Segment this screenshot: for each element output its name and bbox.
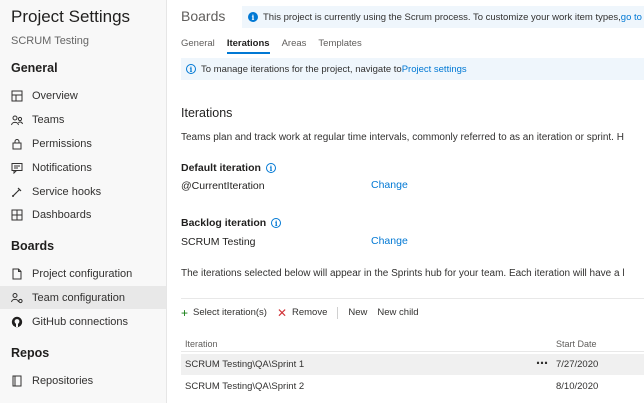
iterations-description: Teams plan and track work at regular tim… xyxy=(181,132,624,143)
default-iteration-label: Default iteration i xyxy=(181,162,276,174)
repositories-icon xyxy=(10,374,24,388)
page-title: Boards xyxy=(181,8,226,24)
more-options-icon[interactable]: ⋯ xyxy=(536,356,548,370)
sidebar-item-label: Dashboards xyxy=(32,208,92,221)
new-label: New xyxy=(348,307,368,318)
iterations-info-text: To manage iterations for the project, na… xyxy=(201,63,402,75)
sidebar-item-repositories[interactable]: Repositories xyxy=(0,369,166,392)
section-heading-boards: Boards xyxy=(11,239,55,253)
lock-icon xyxy=(10,137,24,151)
service-hooks-icon xyxy=(10,185,24,199)
info-icon: i xyxy=(186,64,196,74)
sidebar-item-teams[interactable]: Teams xyxy=(0,108,166,131)
info-icon[interactable]: i xyxy=(271,218,282,228)
sidebar-item-notifications[interactable]: Notifications xyxy=(0,156,166,179)
toolbar-divider xyxy=(337,306,339,319)
sidebar-item-label: Notifications xyxy=(32,161,92,174)
section-heading-general: General xyxy=(11,61,58,75)
dashboards-icon xyxy=(10,208,24,222)
new-child-label: New child xyxy=(377,307,419,318)
iterations-info-banner: i To manage iterations for the project, … xyxy=(181,58,644,80)
project-settings-link[interactable]: Project settings xyxy=(402,64,467,75)
change-backlog-iteration-link[interactable]: Change xyxy=(371,235,408,247)
backlog-iteration-label: Backlog iteration i xyxy=(181,217,282,229)
sidebar-item-team-configuration[interactable]: Team configuration xyxy=(0,286,166,309)
sidebar-item-dashboards[interactable]: Dashboards xyxy=(0,203,166,226)
table-row[interactable]: SCRUM Testing\QA\Sprint 2 8/10/2020 xyxy=(181,376,644,397)
sidebar-item-label: Team configuration xyxy=(32,291,125,304)
info-icon[interactable]: i xyxy=(265,163,276,173)
new-button[interactable]: New xyxy=(348,307,367,318)
default-iteration-label-text: Default iteration xyxy=(181,162,261,174)
process-banner: i This project is currently using the Sc… xyxy=(242,6,644,28)
sidebar: Project Settings SCRUM Testing General O… xyxy=(0,0,167,403)
sidebar-item-label: Permissions xyxy=(32,137,92,150)
backlog-iteration-label-text: Backlog iteration xyxy=(181,217,267,229)
table-row[interactable]: SCRUM Testing\QA\Sprint 1 ⋯ 7/27/2020 xyxy=(181,354,644,375)
sidebar-item-permissions[interactable]: Permissions xyxy=(0,132,166,155)
change-default-iteration-link[interactable]: Change xyxy=(371,179,408,191)
sidebar-item-github-connections[interactable]: GitHub connections xyxy=(0,310,166,333)
sidebar-item-label: Project configuration xyxy=(32,267,133,280)
iterations-grid-header: Iteration Start Date xyxy=(181,336,644,352)
process-banner-text: This project is currently using the Scru… xyxy=(263,11,621,23)
sidebar-title: Project Settings xyxy=(11,7,131,26)
tab-iterations[interactable]: Iterations xyxy=(226,38,270,54)
sprints-note: The iterations selected below will appea… xyxy=(181,268,625,279)
project-name: SCRUM Testing xyxy=(11,35,90,47)
select-iterations-label: Select iteration(s) xyxy=(193,307,267,318)
github-icon xyxy=(10,315,24,329)
close-icon: ✕ xyxy=(276,305,287,320)
column-header-start-date[interactable]: Start Date xyxy=(556,339,597,349)
team-config-icon xyxy=(10,291,24,305)
notifications-icon xyxy=(10,161,24,175)
section-heading-repos: Repos xyxy=(11,346,50,360)
sidebar-item-label: Overview xyxy=(32,89,78,102)
overview-icon xyxy=(10,89,24,103)
plus-icon: + xyxy=(181,305,189,320)
process-banner-link[interactable]: go to the pr xyxy=(621,12,644,23)
iteration-start-date: 8/10/2020 xyxy=(556,381,599,392)
column-header-iteration[interactable]: Iteration xyxy=(185,339,218,349)
sidebar-item-label: Teams xyxy=(32,113,65,126)
default-iteration-value: @CurrentIteration xyxy=(181,180,265,192)
iteration-path: SCRUM Testing\QA\Sprint 2 xyxy=(185,381,305,392)
teams-icon xyxy=(10,113,24,127)
tab-general[interactable]: General xyxy=(181,38,215,54)
info-icon: i xyxy=(248,12,258,22)
iteration-path: SCRUM Testing\QA\Sprint 1 xyxy=(185,359,305,370)
tab-templates[interactable]: Templates xyxy=(318,38,361,54)
backlog-iteration-value: SCRUM Testing xyxy=(181,236,256,248)
tab-bar: General Iterations Areas Templates xyxy=(181,38,374,54)
sidebar-item-overview[interactable]: Overview xyxy=(0,84,166,107)
iterations-toolbar: + Select iteration(s) ✕ Remove New New c… xyxy=(181,298,644,326)
sidebar-item-label: Service hooks xyxy=(32,185,102,198)
new-child-button[interactable]: New child xyxy=(377,307,418,318)
sidebar-item-label: GitHub connections xyxy=(32,315,128,328)
document-icon xyxy=(10,267,24,281)
remove-label: Remove xyxy=(292,307,328,318)
sidebar-item-service-hooks[interactable]: Service hooks xyxy=(0,180,166,203)
main-content: Boards i This project is currently using… xyxy=(168,0,644,403)
remove-button[interactable]: ✕ Remove xyxy=(277,306,327,320)
tab-areas[interactable]: Areas xyxy=(282,38,307,54)
section-title: Iterations xyxy=(181,106,233,120)
sidebar-item-label: Repositories xyxy=(32,374,94,387)
select-iterations-button[interactable]: + Select iteration(s) xyxy=(181,306,267,320)
sidebar-item-project-configuration[interactable]: Project configuration xyxy=(0,262,166,285)
iteration-start-date: 7/27/2020 xyxy=(556,359,599,370)
